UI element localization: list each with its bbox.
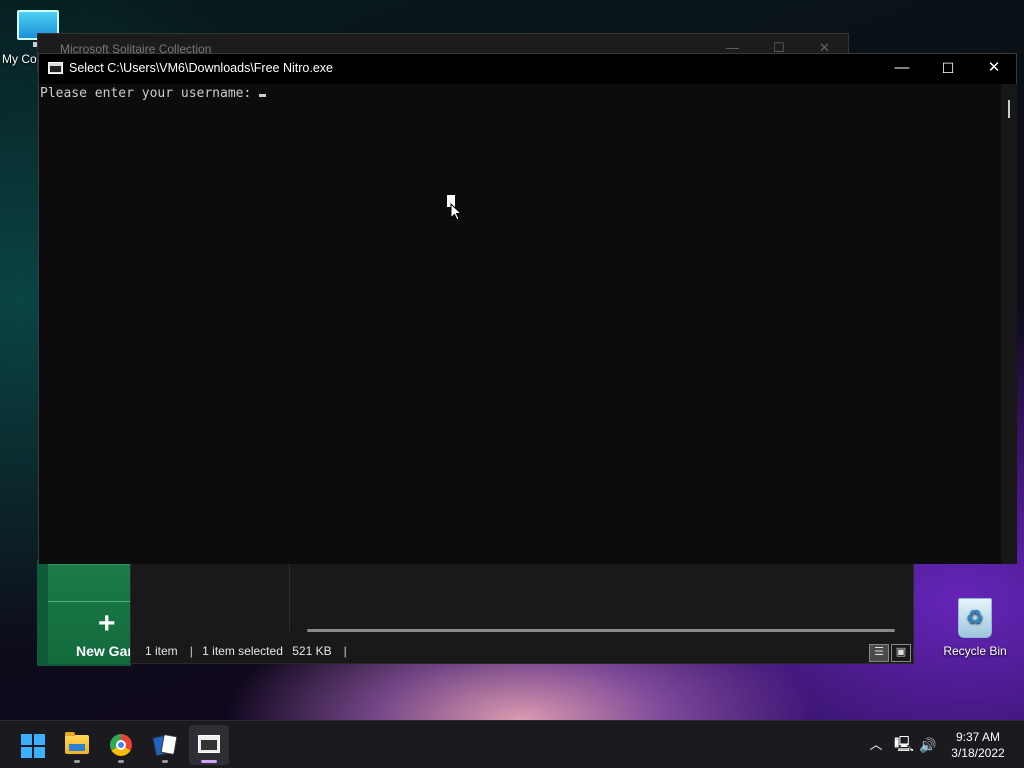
clock-time: 9:37 AM [955,730,1001,744]
console-app-icon [48,62,63,74]
network-icon[interactable]: 🖳 [892,721,916,768]
console-window-title: Select C:\Users\VM6\Downloads\Free Nitro… [69,61,333,75]
details-view-icon[interactable]: ☰ [869,644,889,662]
console-output-area[interactable]: Please enter your username: [39,84,1001,564]
taskbar: ︿ 🖳 🔊 9:37 AM 3/18/2022 [0,720,1024,768]
selected-size: 521 KB [292,644,332,658]
folder-icon [65,732,89,754]
minimize-button[interactable]: — [879,54,925,84]
recycle-bin-icon: ♻ [958,598,992,638]
running-indicator [162,760,168,763]
windows-start-icon [21,734,45,758]
show-hidden-icons-chevron-icon[interactable]: ︿ [864,721,888,768]
plus-icon: + [98,607,116,640]
console-window[interactable]: Select C:\Users\VM6\Downloads\Free Nitro… [38,53,1017,564]
taskbar-chrome[interactable] [101,725,141,765]
recycle-bin-desktop-icon[interactable]: ♻ Recycle Bin [940,598,1010,658]
explorer-status-bar: 1 item | 1 item selected 521 KB | [145,644,347,658]
large-icons-view-icon[interactable]: ▣ [891,644,911,662]
tile-divider [48,601,130,602]
view-toggle-group: ☰ ▣ [867,642,911,662]
text-caret [259,94,267,97]
console-titlebar[interactable]: Select C:\Users\VM6\Downloads\Free Nitro… [39,54,1016,84]
new-game-tile[interactable]: + New Gar [48,564,130,664]
item-count: 1 item [145,644,178,658]
maximize-button[interactable]: ☐ [925,54,971,84]
clock-date: 3/18/2022 [951,746,1005,760]
new-game-label: New Gar [76,643,130,659]
start-button[interactable] [12,725,52,765]
clock[interactable]: 9:37 AM 3/18/2022 [938,729,1018,761]
terminal-icon [198,735,220,753]
volume-icon[interactable]: 🔊 [916,721,940,768]
selected-info: 1 item selected [202,644,283,658]
running-indicator [118,760,124,763]
active-indicator [201,760,217,763]
chrome-icon [110,734,132,756]
cards-icon [152,733,178,757]
taskbar-file-explorer[interactable] [57,725,97,765]
running-indicator [74,760,80,763]
vertical-scrollbar[interactable] [1001,84,1017,564]
scrollbar-thumb[interactable] [1008,100,1010,118]
recycle-bin-label: Recycle Bin [943,644,1007,658]
close-button[interactable]: ✕ [971,54,1017,84]
file-explorer-window: 1 item | 1 item selected 521 KB | ☰ ▣ [130,562,914,664]
prompt-text: Please enter your username: [40,86,260,101]
taskbar-console[interactable] [189,725,229,765]
horizontal-scrollbar[interactable] [307,629,895,632]
pane-divider [289,563,290,631]
taskbar-solitaire[interactable] [145,725,185,765]
console-prompt-line: Please enter your username: [40,86,267,101]
